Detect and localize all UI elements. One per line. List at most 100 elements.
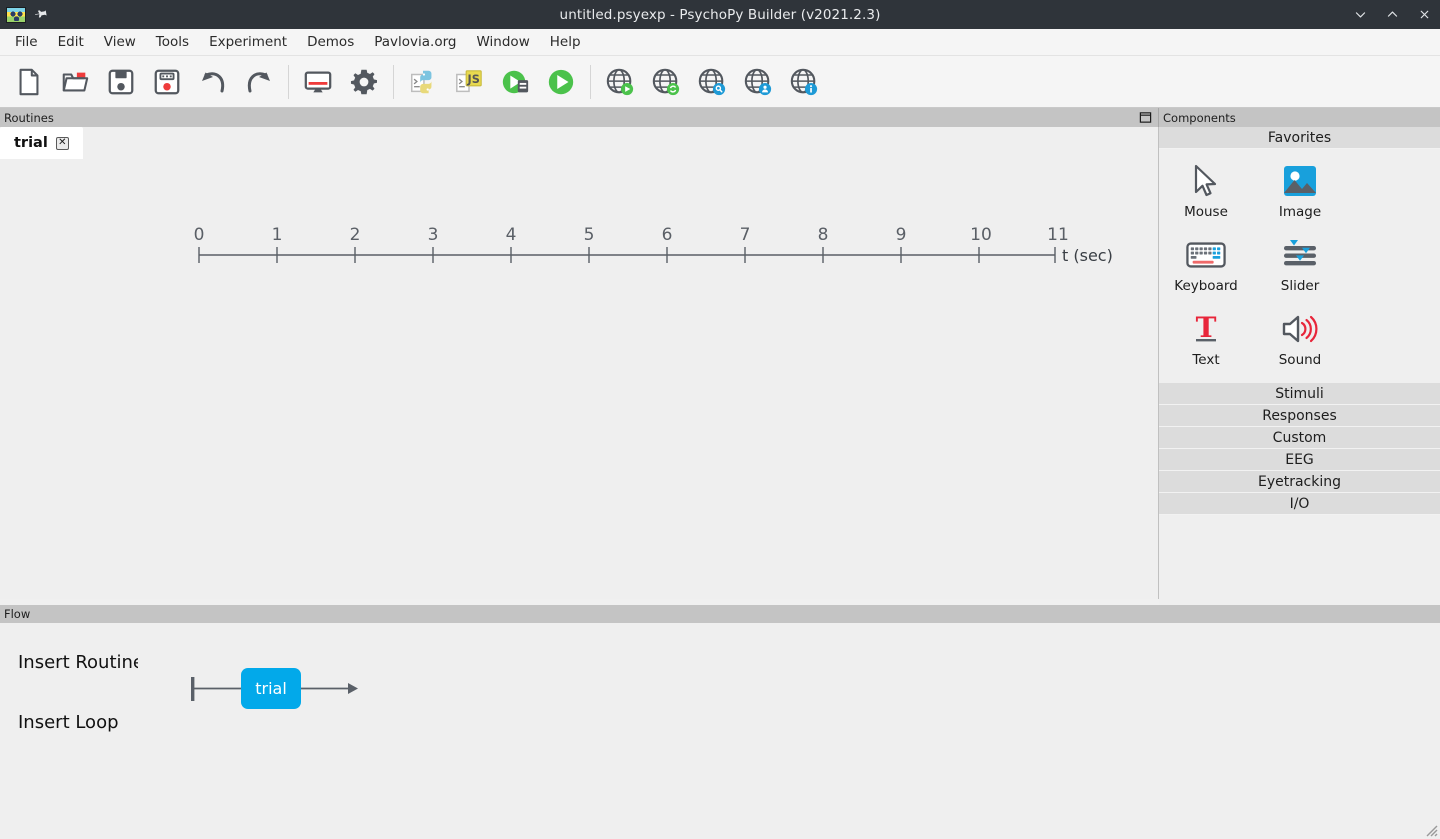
redo-arrow-icon: [247, 71, 270, 92]
insert-loop-button[interactable]: Insert Loop: [18, 712, 119, 733]
components-section-custom[interactable]: Custom: [1159, 427, 1440, 449]
tick-label-8: 8: [818, 225, 829, 245]
routine-tab-label: trial: [14, 135, 48, 151]
tick-label-9: 9: [896, 225, 907, 245]
routines-panel-header: Routines: [0, 108, 1158, 127]
tick-label-11: 11: [1047, 225, 1069, 245]
components-panel: Favorites Mouse Image Keyboard Slider T …: [1158, 127, 1440, 630]
pin-icon[interactable]: [31, 4, 51, 25]
globe-sync-icon: [652, 68, 680, 95]
tick-label-3: 3: [428, 225, 439, 245]
text-t-icon: T: [1184, 309, 1228, 349]
toolbar-separator-3: [590, 64, 591, 99]
pavlovia-sync-button[interactable]: [643, 59, 689, 105]
menu-help[interactable]: Help: [540, 29, 591, 56]
maximize-button[interactable]: [1376, 0, 1408, 29]
title-bar-left: [0, 4, 150, 25]
component-label: Sound: [1278, 352, 1322, 368]
psychopy-logo-icon: [6, 6, 26, 23]
routines-panel-title: Routines: [4, 110, 54, 125]
component-label: Text: [1192, 352, 1220, 368]
monitor-icon: [304, 71, 332, 92]
routine-tab-trial[interactable]: trial ✕: [0, 127, 83, 159]
psychopy-builder-window: untitled.psyexp - PsychoPy Builder (v202…: [0, 0, 1440, 839]
window-title: untitled.psyexp - PsychoPy Builder (v202…: [559, 6, 881, 23]
minimize-button[interactable]: [1344, 0, 1376, 29]
globe-info-icon: [790, 68, 818, 95]
tick-label-0: 0: [194, 225, 205, 245]
section-label: I/O: [1289, 495, 1310, 512]
components-section-eyetracking[interactable]: Eyetracking: [1159, 471, 1440, 493]
component-text[interactable]: T Text: [1159, 303, 1253, 377]
component-label: Image: [1278, 204, 1322, 220]
flow-diagram-canvas[interactable]: trial: [150, 623, 1440, 823]
experiment-settings-button[interactable]: [341, 59, 387, 105]
section-label: Stimuli: [1275, 385, 1324, 402]
components-section-favorites[interactable]: Favorites: [1159, 127, 1440, 149]
toolbar-separator-2: [393, 64, 394, 99]
keyboard-icon: [1184, 235, 1228, 275]
routine-panel: trial ✕ 0 1 2 3 4 5 6 7 8 9 10 11 t (sec…: [0, 127, 1158, 599]
menu-edit[interactable]: Edit: [48, 29, 94, 56]
time-axis-label: t (sec): [1062, 246, 1113, 265]
new-document-icon: [19, 68, 39, 95]
monitor-center-button[interactable]: [295, 59, 341, 105]
redo-button[interactable]: [236, 59, 282, 105]
component-mouse[interactable]: Mouse: [1159, 155, 1253, 229]
resize-grip-icon[interactable]: [1422, 821, 1438, 837]
new-file-button[interactable]: [6, 59, 52, 105]
close-button[interactable]: [1408, 0, 1440, 29]
menu-view[interactable]: View: [94, 29, 146, 56]
menu-demos[interactable]: Demos: [297, 29, 364, 56]
components-panel-header: Components: [1158, 108, 1440, 127]
panel-restore-icon[interactable]: [1132, 108, 1158, 127]
open-file-button[interactable]: [52, 59, 98, 105]
save-as-button[interactable]: [144, 59, 190, 105]
insert-routine-button[interactable]: Insert Routine: [18, 652, 138, 673]
pavlovia-search-button[interactable]: [689, 59, 735, 105]
routine-timeline-canvas[interactable]: 0 1 2 3 4 5 6 7 8 9 10 11 t (sec): [0, 159, 1158, 599]
compile-python-button[interactable]: [400, 59, 446, 105]
flow-arrow-icon: [348, 683, 358, 694]
run-server-icon: [502, 70, 529, 93]
pavlovia-user-button[interactable]: [735, 59, 781, 105]
gear-icon: [350, 69, 377, 94]
components-section-eeg[interactable]: EEG: [1159, 449, 1440, 471]
components-section-responses[interactable]: Responses: [1159, 405, 1440, 427]
menu-experiment[interactable]: Experiment: [199, 29, 297, 56]
flow-node-label: trial: [255, 679, 287, 698]
components-section-stimuli[interactable]: Stimuli: [1159, 383, 1440, 405]
component-label: Mouse: [1184, 204, 1228, 220]
undo-button[interactable]: [190, 59, 236, 105]
save-button[interactable]: [98, 59, 144, 105]
components-favorites-grid: Mouse Image Keyboard Slider T Text Sound: [1159, 149, 1440, 383]
svg-text:JS: JS: [467, 72, 480, 85]
run-experiment-button[interactable]: [538, 59, 584, 105]
component-label: Slider: [1280, 278, 1320, 294]
menu-tools[interactable]: Tools: [146, 29, 199, 56]
pavlovia-info-button[interactable]: [781, 59, 827, 105]
flow-panel-title: Flow: [4, 607, 31, 621]
tick-label-2: 2: [350, 225, 361, 245]
pavlovia-run-button[interactable]: [597, 59, 643, 105]
components-section-io[interactable]: I/O: [1159, 493, 1440, 515]
tick-label-5: 5: [584, 225, 595, 245]
run-server-button[interactable]: [492, 59, 538, 105]
flow-start-marker: [191, 677, 195, 701]
menu-bar: File Edit View Tools Experiment Demos Pa…: [0, 29, 1440, 56]
component-image[interactable]: Image: [1253, 155, 1347, 229]
image-photo-icon: [1278, 161, 1322, 201]
routine-time-ruler: 0 1 2 3 4 5 6 7 8 9 10 11 t (sec): [194, 225, 1113, 265]
floppy-save-icon: [108, 69, 134, 94]
menu-pavlovia[interactable]: Pavlovia.org: [364, 29, 466, 56]
menu-file[interactable]: File: [5, 29, 48, 56]
python-script-icon: [411, 70, 432, 93]
mouse-cursor-icon: [1184, 161, 1228, 201]
component-slider[interactable]: Slider: [1253, 229, 1347, 303]
compile-javascript-button[interactable]: JS: [446, 59, 492, 105]
component-sound[interactable]: Sound: [1253, 303, 1347, 377]
component-keyboard[interactable]: Keyboard: [1159, 229, 1253, 303]
close-icon[interactable]: ✕: [55, 136, 69, 150]
menu-window[interactable]: Window: [467, 29, 540, 56]
globe-search-icon: [698, 68, 726, 95]
